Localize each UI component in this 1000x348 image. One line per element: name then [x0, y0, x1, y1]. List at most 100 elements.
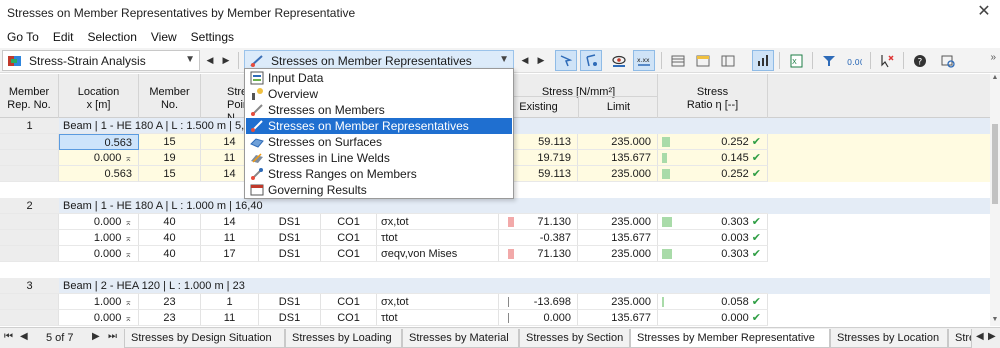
menu-go-to[interactable]: Go To: [0, 30, 46, 44]
group-row[interactable]: 2 Beam | 1 - HE 180 A | L : 1.000 m | 16…: [0, 198, 990, 214]
next-arrow-icon[interactable]: ▶: [534, 51, 548, 70]
location-cell[interactable]: 0.563: [59, 134, 139, 150]
scroll-up-icon[interactable]: ▲: [990, 74, 1000, 84]
group-row[interactable]: 3 Beam | 2 - HEA 120 | L : 1.000 m | 23: [0, 278, 990, 294]
menu-view[interactable]: View: [144, 30, 184, 44]
weld-icon: [251, 153, 263, 163]
location-cell: 0.563: [59, 166, 139, 182]
col-location[interactable]: Location x [m]: [59, 74, 139, 118]
svg-text:?: ?: [918, 57, 923, 67]
tab-stresses-by-section[interactable]: Stresses by Section: [519, 329, 630, 348]
dropdown-item-label: Stresses on Member Representatives: [268, 119, 469, 133]
limit-cell: 135.677: [578, 150, 658, 166]
bar-chart-button[interactable]: [752, 50, 774, 71]
existing-value: 0.000: [543, 312, 571, 324]
tab-scroll-right-icon[interactable]: ▶: [988, 331, 996, 342]
tab-stresses-by-material[interactable]: Stresses by Material: [402, 329, 519, 348]
menu-settings[interactable]: Settings: [184, 30, 241, 44]
location-value: 0.000: [93, 312, 122, 324]
dropdown-item-stresses-on-members[interactable]: Stresses on Members: [246, 102, 512, 118]
scroll-down-icon[interactable]: ▼: [990, 316, 1000, 326]
next-arrow-icon[interactable]: ▶: [219, 51, 233, 70]
first-page-icon[interactable]: ⏮: [4, 331, 13, 342]
location-value: 0.000: [93, 152, 122, 164]
overflow-icon[interactable]: »: [990, 52, 996, 63]
tab-scroll-left-icon[interactable]: ◀: [976, 331, 984, 342]
select-in-model-button[interactable]: [580, 50, 602, 71]
table-filter-button[interactable]: [717, 50, 739, 71]
member-cell: 15: [139, 166, 201, 182]
table-row[interactable]: 0.000 ⌅ 40 17 DS1 CO1 σeqv,von Mises 71.…: [0, 246, 990, 262]
prev-arrow-icon[interactable]: ◀: [518, 51, 532, 70]
header-text: Member: [149, 86, 190, 98]
co-cell: CO1: [321, 310, 377, 326]
point-cell: 1: [201, 294, 259, 310]
limit-cell: 235.000: [578, 214, 658, 230]
scroll-thumb[interactable]: [992, 124, 998, 204]
table-row[interactable]: 1.000 ⌅ 23 1 DS1 CO1 σx,tot -13.698 235.…: [0, 294, 990, 310]
tab-stresses-by-loading[interactable]: Stresses by Loading: [285, 329, 402, 348]
table-row[interactable]: 0.000 ⌅ 23 11 DS1 CO1 τtot 0.000 135.677…: [0, 310, 990, 326]
analysis-combo[interactable]: Stress-Strain Analysis ▼: [2, 50, 200, 71]
location-value: 0.000: [93, 216, 122, 228]
dropdown-item-stresses-on-surfaces[interactable]: Stresses on Surfaces: [246, 134, 512, 150]
help-button[interactable]: ?: [909, 50, 931, 71]
tab-overflow[interactable]: Stre: [948, 329, 972, 348]
col-stress-group[interactable]: Stress [N/mm²] Existing Limit: [499, 74, 658, 118]
table-view-button[interactable]: [667, 50, 689, 71]
vertical-scrollbar[interactable]: ▲ ▼: [990, 74, 1000, 326]
threshold-button[interactable]: 0.00: [843, 50, 865, 71]
bar-chart-icon: [758, 54, 768, 66]
visibility-button[interactable]: [608, 50, 630, 71]
menu-edit[interactable]: Edit: [46, 30, 81, 44]
header-text: Member: [8, 86, 50, 98]
ds-cell: DS1: [259, 294, 321, 310]
prev-page-icon[interactable]: ◀: [20, 331, 28, 342]
tab-stresses-by-member-representative[interactable]: Stresses by Member Representative: [630, 329, 830, 348]
tab-stresses-by-design-situation[interactable]: Stresses by Design Situation: [124, 329, 285, 348]
ratio-cell: 0.303 ✔: [658, 246, 768, 262]
filter-button[interactable]: [818, 50, 840, 71]
prev-arrow-icon[interactable]: ◀: [203, 51, 217, 70]
table-settings-button[interactable]: [692, 50, 714, 71]
member-cell: 40: [139, 246, 201, 262]
tab-stresses-by-location[interactable]: Stresses by Location: [830, 329, 948, 348]
col-member-no[interactable]: Member No.: [139, 74, 201, 118]
next-page-icon[interactable]: ▶: [92, 331, 100, 342]
existing-cell: 71.130: [499, 246, 578, 262]
decimal-places-button[interactable]: x.xx: [633, 50, 655, 71]
dropdown-item-governing-results[interactable]: Governing Results: [246, 182, 512, 198]
ratio-value: 0.303: [721, 216, 749, 228]
group-label: Beam | 2 - HEA 120 | L : 1.000 m | 23: [59, 278, 768, 294]
header-text: Limit: [606, 101, 631, 113]
dropdown-item-stress-ranges-on-members[interactable]: Stress Ranges on Members: [246, 166, 512, 182]
stress-type-cell: τtot: [377, 230, 499, 246]
dropdown-item-label: Stresses on Surfaces: [268, 135, 383, 149]
close-icon[interactable]: ✕: [976, 4, 992, 20]
location-value: 1.000: [93, 232, 122, 244]
dropdown-item-stresses-in-line-welds[interactable]: Stresses in Line Welds: [246, 150, 512, 166]
last-page-icon[interactable]: ⏭: [108, 331, 117, 342]
print-button[interactable]: [937, 50, 959, 71]
table-settings-icon: [696, 55, 710, 66]
member-stress-icon: [251, 104, 263, 116]
select-member-button[interactable]: [555, 50, 577, 71]
col-member-rep-no[interactable]: Member Rep. No.: [0, 74, 59, 118]
export-excel-button[interactable]: X: [785, 50, 807, 71]
toolbar-separator: [661, 52, 662, 69]
header-text: x [m]: [86, 99, 111, 111]
clear-selection-button[interactable]: [876, 50, 898, 71]
table-row[interactable]: 0.000 ⌅ 40 14 DS1 CO1 σx,tot 71.130 235.…: [0, 214, 990, 230]
col-stress-ratio[interactable]: Stress Ratio η [--]: [658, 74, 768, 118]
table-row[interactable]: 1.000 ⌅ 40 11 DS1 CO1 τtot -0.387 135.67…: [0, 230, 990, 246]
co-cell: CO1: [321, 246, 377, 262]
existing-value: -13.698: [533, 296, 571, 308]
dropdown-item-input-data[interactable]: Input Data: [246, 70, 512, 86]
dropdown-item-stresses-on-member-representatives[interactable]: Stresses on Member Representatives: [246, 118, 512, 134]
ratio-bar: [662, 249, 672, 259]
dropdown-item-overview[interactable]: Overview: [246, 86, 512, 102]
ds-cell: DS1: [259, 214, 321, 230]
menu-selection[interactable]: Selection: [81, 30, 144, 44]
dropdown-item-label: Stresses in Line Welds: [268, 151, 390, 165]
check-icon: ✔: [751, 152, 761, 164]
